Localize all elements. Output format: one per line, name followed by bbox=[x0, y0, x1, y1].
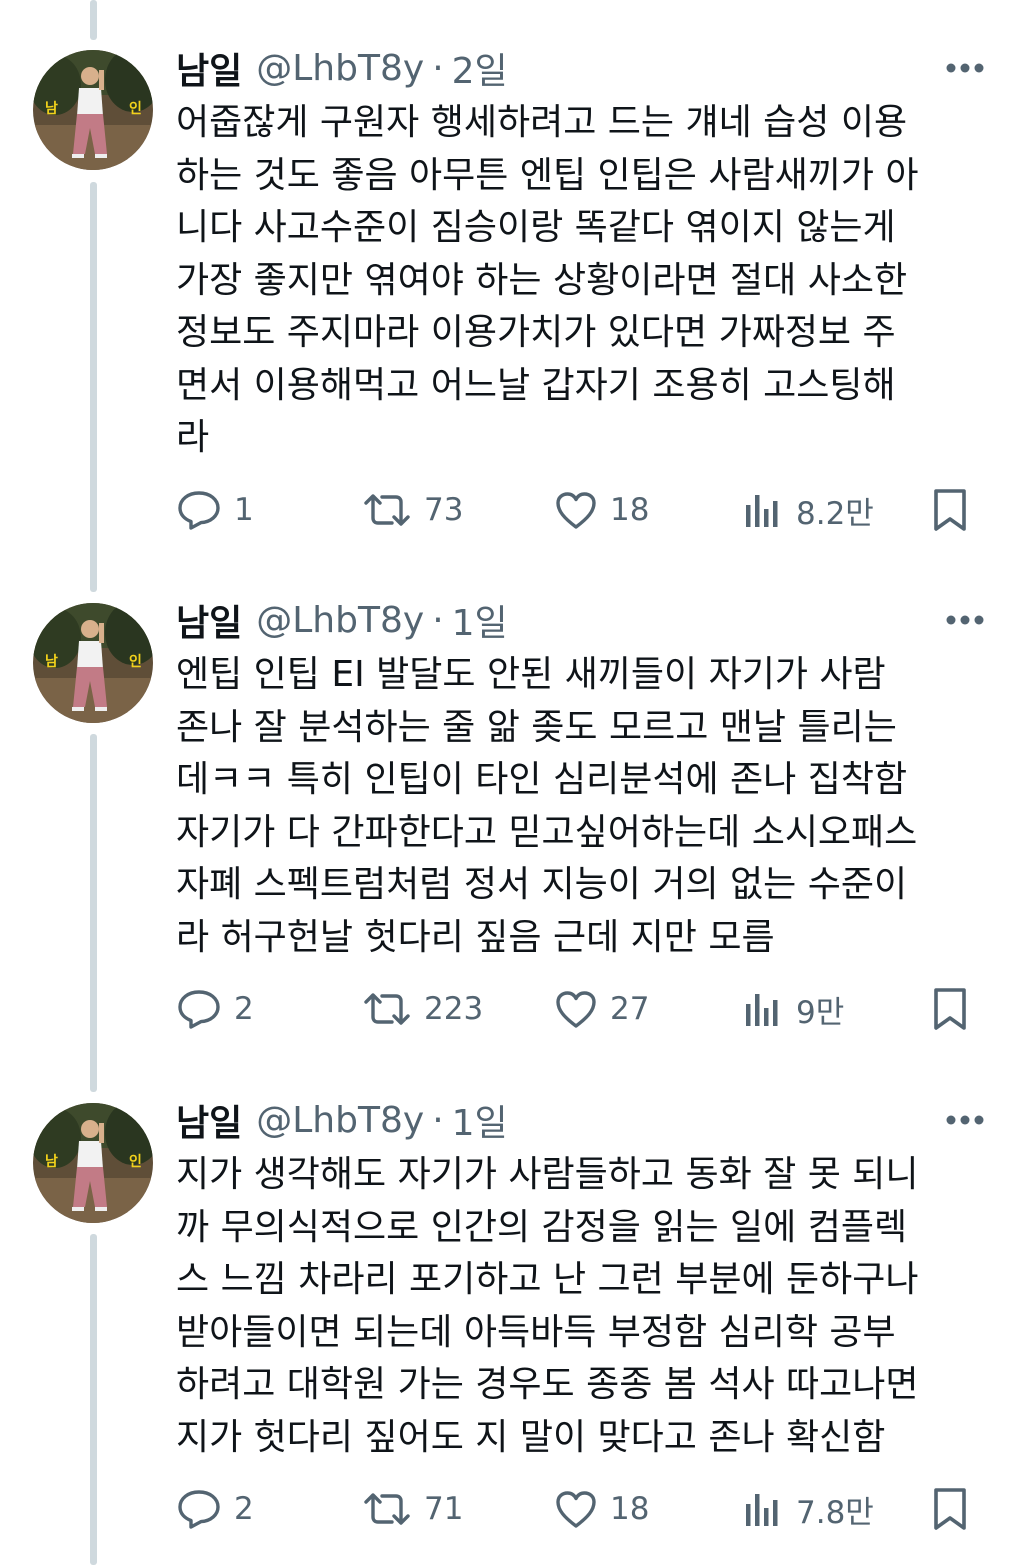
view-count: 9만 bbox=[796, 994, 845, 1031]
like-count: 18 bbox=[610, 1491, 650, 1527]
view-count: 8.2만 bbox=[796, 495, 874, 532]
tweet-actions: 1 73 18 8.2만 bbox=[176, 485, 976, 535]
more-button[interactable] bbox=[944, 1110, 986, 1130]
avatar-badge: 인 bbox=[129, 1153, 142, 1170]
retweet-button[interactable]: 223 bbox=[362, 984, 483, 1034]
separator: · bbox=[432, 599, 444, 641]
reply-bubble-icon bbox=[178, 1490, 220, 1529]
avatar[interactable]: 남 인 bbox=[33, 1103, 153, 1223]
bookmark-button[interactable] bbox=[930, 984, 970, 1034]
bookmark-button[interactable] bbox=[930, 1484, 970, 1534]
separator: · bbox=[432, 47, 444, 89]
views-button[interactable]: 7.8만 bbox=[742, 1484, 874, 1534]
bookmark-button[interactable] bbox=[930, 485, 970, 535]
timestamp[interactable]: 2일 bbox=[452, 42, 508, 94]
views-bar-chart-icon bbox=[746, 994, 778, 1026]
avatar[interactable]: 남 인 bbox=[33, 50, 153, 170]
display-name[interactable]: 남일 bbox=[176, 1094, 242, 1146]
more-button[interactable] bbox=[944, 58, 986, 78]
reply-bubble-icon bbox=[178, 491, 220, 530]
timestamp[interactable]: 1일 bbox=[452, 1094, 508, 1146]
reply-count: 2 bbox=[234, 1491, 254, 1527]
display-name[interactable]: 남일 bbox=[176, 42, 242, 94]
thread-line bbox=[90, 0, 97, 40]
like-button[interactable]: 27 bbox=[554, 984, 649, 1034]
retweet-icon bbox=[364, 494, 410, 526]
thread-line bbox=[90, 734, 97, 1092]
user-handle[interactable]: @LhbT8y bbox=[256, 48, 424, 89]
more-horizontal-icon bbox=[946, 615, 984, 625]
tweet-header: 남일 @LhbT8y · 2일 bbox=[176, 43, 508, 93]
avatar-badge: 인 bbox=[129, 100, 142, 117]
tweet-text: 지가 생각해도 자기가 사람들하고 동화 잘 못 되니 까 무의식적으로 인간의… bbox=[176, 1154, 919, 1458]
reply-button[interactable]: 1 bbox=[176, 485, 254, 535]
like-count: 27 bbox=[610, 991, 650, 1027]
bookmark-icon bbox=[934, 1488, 966, 1530]
retweet-icon bbox=[364, 1493, 410, 1525]
user-handle[interactable]: @LhbT8y bbox=[256, 1100, 424, 1141]
views-button[interactable]: 9만 bbox=[742, 984, 844, 1034]
more-horizontal-icon bbox=[946, 1115, 984, 1125]
retweet-button[interactable]: 73 bbox=[362, 485, 463, 535]
timestamp[interactable]: 1일 bbox=[452, 594, 508, 646]
tweet-text: 엔팁 인팁 EI 발달도 안된 새끼들이 자기가 사람 존나 잘 분석하는 줄 … bbox=[176, 654, 918, 958]
heart-icon bbox=[556, 492, 596, 529]
like-button[interactable]: 18 bbox=[554, 1484, 649, 1534]
views-bar-chart-icon bbox=[746, 1494, 778, 1526]
thread-line bbox=[90, 182, 97, 592]
tweet-actions: 2 223 27 9만 bbox=[176, 984, 976, 1034]
avatar[interactable]: 남 인 bbox=[33, 603, 153, 723]
bookmark-icon bbox=[934, 489, 966, 531]
retweet-count: 71 bbox=[424, 1491, 464, 1527]
heart-icon bbox=[556, 991, 596, 1028]
tweet-actions: 2 71 18 7.8만 bbox=[176, 1484, 976, 1534]
avatar-badge: 남 bbox=[45, 1153, 58, 1170]
separator: · bbox=[432, 1099, 444, 1141]
retweet-count: 73 bbox=[424, 492, 464, 528]
avatar-badge: 남 bbox=[45, 100, 58, 117]
view-count: 7.8만 bbox=[796, 1494, 874, 1531]
user-handle[interactable]: @LhbT8y bbox=[256, 600, 424, 641]
like-count: 18 bbox=[610, 492, 650, 528]
more-horizontal-icon bbox=[946, 63, 984, 73]
thread-line bbox=[90, 1234, 97, 1565]
retweet-icon bbox=[364, 993, 410, 1025]
heart-icon bbox=[556, 1491, 596, 1528]
retweet-count: 223 bbox=[424, 991, 484, 1027]
reply-button[interactable]: 2 bbox=[176, 1484, 254, 1534]
reply-count: 2 bbox=[234, 991, 254, 1027]
avatar-badge: 인 bbox=[129, 653, 142, 670]
views-button[interactable]: 8.2만 bbox=[742, 485, 874, 535]
reply-bubble-icon bbox=[178, 990, 220, 1029]
tweet-header: 남일 @LhbT8y · 1일 bbox=[176, 1095, 508, 1145]
views-bar-chart-icon bbox=[746, 495, 778, 527]
display-name[interactable]: 남일 bbox=[176, 594, 242, 646]
more-button[interactable] bbox=[944, 610, 986, 630]
avatar-badge: 남 bbox=[45, 653, 58, 670]
reply-button[interactable]: 2 bbox=[176, 984, 254, 1034]
reply-count: 1 bbox=[234, 492, 254, 528]
tweet-header: 남일 @LhbT8y · 1일 bbox=[176, 595, 508, 645]
retweet-button[interactable]: 71 bbox=[362, 1484, 463, 1534]
tweet-text: 어줍잖게 구원자 행세하려고 드는 걔네 습성 이용 하는 것도 좋음 아무튼 … bbox=[176, 102, 919, 458]
bookmark-icon bbox=[934, 988, 966, 1030]
like-button[interactable]: 18 bbox=[554, 485, 649, 535]
